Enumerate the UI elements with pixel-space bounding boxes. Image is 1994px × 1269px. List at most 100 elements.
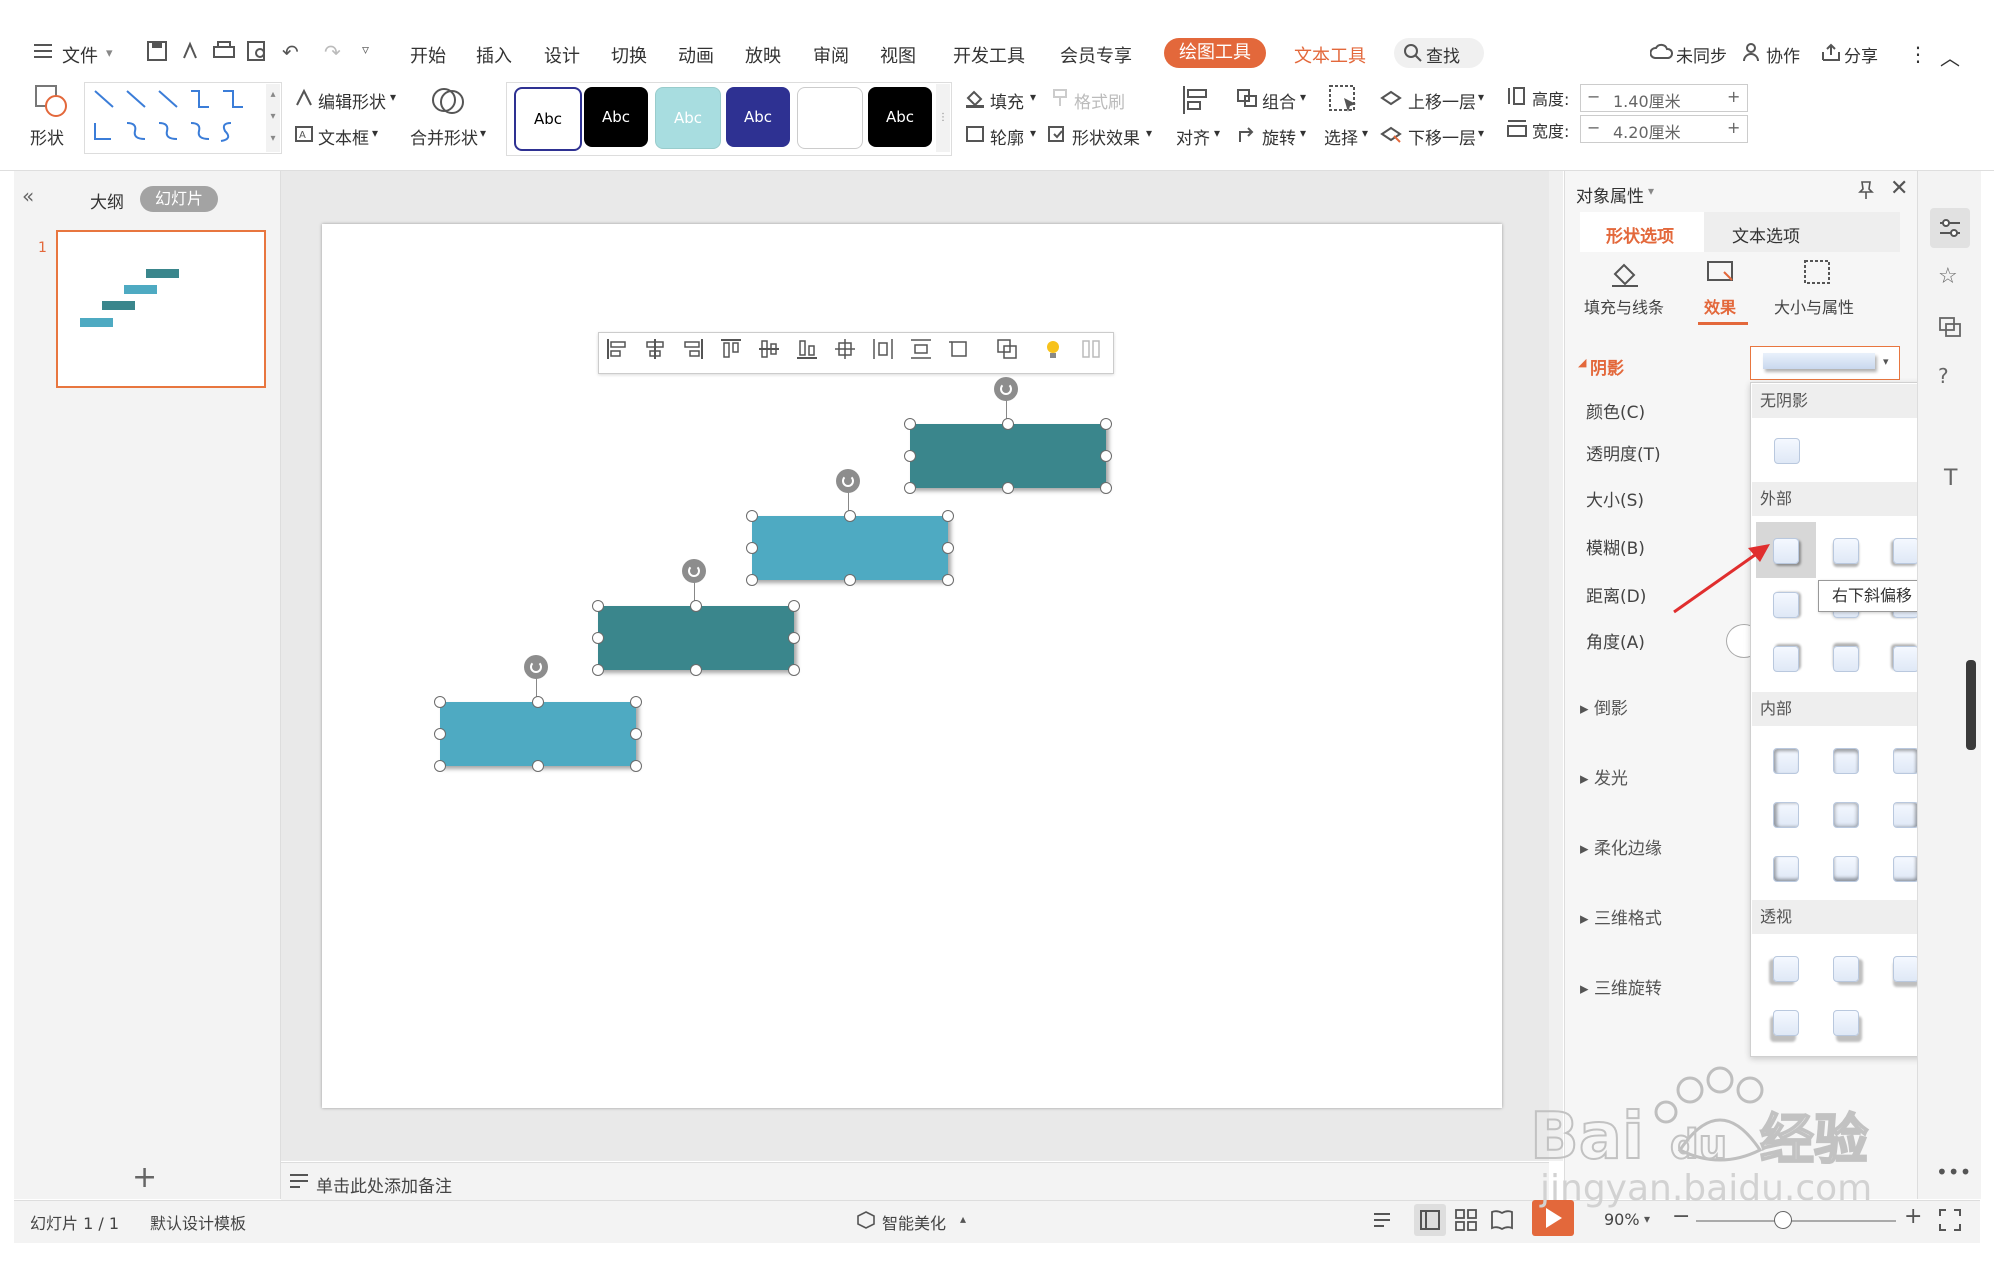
tab-outline[interactable]: 大纲	[90, 188, 124, 213]
redo-icon[interactable]: ↷	[324, 40, 341, 64]
grid-view-icon[interactable]	[1454, 1208, 1478, 1236]
height-value[interactable]: 1.40厘米	[1613, 88, 1681, 112]
zoom-out-icon[interactable]: −	[1672, 1204, 1690, 1229]
lightbulb-icon[interactable]	[1042, 338, 1064, 360]
resize-handle[interactable]	[630, 696, 642, 708]
preset-inner-bottom-right[interactable]	[1893, 856, 1919, 882]
rectangle-shape-3[interactable]	[752, 516, 948, 580]
zoom-level[interactable]: 90%	[1604, 1210, 1640, 1229]
canvas-scrollbar[interactable]	[1549, 171, 1563, 1161]
slide-thumbnail[interactable]	[56, 230, 266, 388]
distribute-vertical-icon[interactable]	[910, 338, 932, 360]
help-icon[interactable]: ?	[1938, 364, 1949, 388]
hamburger-icon[interactable]	[34, 42, 54, 64]
chevron-down-icon[interactable]: ▾	[106, 46, 113, 61]
more-horizontal-icon[interactable]: •••	[1936, 1160, 1971, 1184]
height-increment[interactable]: +	[1727, 87, 1740, 106]
preset-outer-bottom-left[interactable]	[1893, 538, 1919, 564]
shadow-preset-dropdown[interactable]: ▾	[1750, 346, 1900, 380]
resize-handle[interactable]	[630, 760, 642, 772]
reading-view-icon[interactable]	[1490, 1208, 1514, 1236]
select-button[interactable]: 选择	[1324, 124, 1358, 149]
style-sample-4[interactable]: Abc	[726, 87, 790, 147]
notes-bar[interactable]	[281, 1162, 1549, 1201]
3d-format-section[interactable]: ▸ 三维格式	[1580, 904, 1662, 929]
resize-handle[interactable]	[532, 696, 544, 708]
template-name[interactable]: 默认设计模板	[150, 1210, 246, 1234]
width-decrement[interactable]: −	[1587, 118, 1600, 137]
resize-handle[interactable]	[434, 728, 446, 740]
send-backward-button[interactable]: 下移一层	[1408, 124, 1476, 149]
more-icon[interactable]: ⋮	[1908, 42, 1928, 66]
reflection-section[interactable]: ▸ 倒影	[1580, 694, 1628, 719]
tab-drawing-tools[interactable]: 绘图工具	[1164, 38, 1266, 68]
resize-handle[interactable]	[904, 482, 916, 494]
shadow-section-title[interactable]: 阴影	[1590, 354, 1624, 379]
customize-icon[interactable]: ▿	[362, 42, 369, 58]
resize-handle[interactable]	[904, 450, 916, 462]
save-icon[interactable]	[146, 40, 168, 66]
preset-inner-bottom[interactable]	[1833, 856, 1859, 882]
preset-inner-right[interactable]	[1893, 802, 1919, 828]
tab-insert[interactable]: 插入	[476, 42, 512, 68]
style-sample-2[interactable]: Abc	[584, 87, 648, 147]
rotate-handle-icon[interactable]	[682, 559, 706, 583]
share-button[interactable]: 分享	[1844, 42, 1878, 67]
subtab-effects[interactable]: 效果	[1704, 294, 1736, 318]
resize-handle[interactable]	[746, 542, 758, 554]
resize-handle[interactable]	[532, 760, 544, 772]
transition-icon[interactable]	[1938, 316, 1962, 342]
star-icon[interactable]: ☆	[1938, 264, 1958, 289]
file-menu[interactable]: 文件	[62, 42, 98, 68]
resize-handle[interactable]	[592, 664, 604, 676]
tab-transition[interactable]: 切换	[611, 42, 647, 68]
style-gallery-scroll[interactable]: ⋮	[936, 84, 950, 152]
rotate-handle-icon[interactable]	[524, 655, 548, 679]
notes-toggle-icon[interactable]	[1372, 1210, 1398, 1234]
outline-button[interactable]: 轮廓	[990, 124, 1024, 149]
resize-handle[interactable]	[788, 664, 800, 676]
resize-handle[interactable]	[434, 696, 446, 708]
align-button[interactable]: 对齐	[1176, 124, 1210, 149]
shape-gallery[interactable]	[84, 82, 282, 154]
zoom-slider[interactable]	[1696, 1220, 1896, 1222]
merge-shapes-button[interactable]: 合并形状	[410, 124, 478, 149]
resize-handle[interactable]	[1002, 482, 1014, 494]
more-options-icon[interactable]	[1080, 338, 1102, 360]
resize-handle[interactable]	[942, 542, 954, 554]
fit-window-icon[interactable]	[1938, 1208, 1962, 1236]
side-scroll-indicator[interactable]	[1966, 660, 1976, 750]
cloud-icon[interactable]	[1649, 42, 1674, 66]
preset-outer-top-right[interactable]	[1773, 646, 1799, 672]
preset-outer-top-left[interactable]	[1893, 646, 1919, 672]
resize-handle[interactable]	[1100, 450, 1112, 462]
shape-icon[interactable]	[34, 84, 70, 122]
preset-perspective-lower-right[interactable]	[1833, 1010, 1859, 1036]
tab-animation[interactable]: 动画	[678, 42, 714, 68]
rectangle-shape-1[interactable]	[440, 702, 636, 766]
effects-icon[interactable]	[1706, 258, 1736, 290]
shape-button[interactable]: 形状	[30, 124, 64, 149]
search-box[interactable]: 查找	[1394, 38, 1484, 68]
resize-handle[interactable]	[1002, 418, 1014, 430]
align-left-icon[interactable]	[606, 338, 628, 360]
zoom-slider-thumb[interactable]	[1774, 1211, 1792, 1229]
preset-inner-top-right[interactable]	[1893, 748, 1919, 774]
textbox-button[interactable]: 文本框	[318, 124, 369, 149]
soft-edges-section[interactable]: ▸ 柔化边缘	[1580, 834, 1662, 859]
resize-handle[interactable]	[844, 510, 856, 522]
pin-icon[interactable]	[1856, 180, 1876, 204]
tab-start[interactable]: 开始	[410, 42, 446, 68]
tab-design[interactable]: 设计	[544, 42, 580, 68]
tab-developer[interactable]: 开发工具	[953, 42, 1025, 68]
collapse-ribbon-icon[interactable]: ︿	[1940, 42, 1960, 71]
size-property-icon[interactable]	[1802, 258, 1832, 290]
resize-handle[interactable]	[746, 574, 758, 586]
tab-text-options[interactable]: 文本选项	[1732, 222, 1800, 247]
zoom-in-icon[interactable]: +	[1904, 1204, 1922, 1229]
tab-view[interactable]: 视图	[880, 42, 916, 68]
collab-icon[interactable]	[1742, 42, 1764, 66]
add-slide-icon[interactable]: +	[132, 1160, 157, 1195]
preset-no-shadow[interactable]	[1774, 438, 1800, 464]
preset-perspective-lower-left[interactable]	[1773, 1010, 1799, 1036]
